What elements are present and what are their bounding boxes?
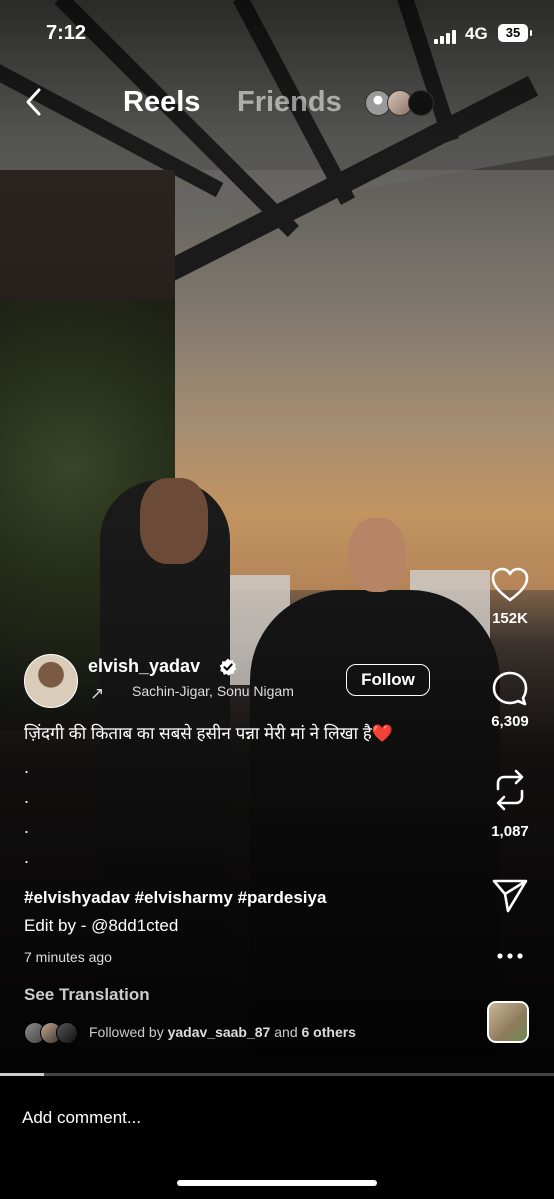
remix-icon[interactable]	[490, 767, 530, 813]
network-type: 4G	[465, 24, 488, 43]
comment-action[interactable]: 6,309	[482, 669, 538, 730]
more-icon[interactable]	[495, 945, 525, 967]
follow-button[interactable]: Follow	[346, 664, 430, 696]
remix-count: 1,087	[491, 823, 529, 840]
caption[interactable]: ज़िंदगी की किताब का सबसे हसीन पन्ना मेरी…	[24, 722, 464, 746]
audio-album-thumbnail[interactable]	[487, 1001, 529, 1043]
friend-avatar[interactable]	[408, 90, 434, 116]
share-action[interactable]	[482, 876, 538, 914]
follower-avatar	[56, 1022, 78, 1044]
followed-and: and	[274, 1024, 298, 1040]
comment-bar: Add comment...	[0, 1076, 554, 1199]
reels-header: Reels Friends	[0, 84, 554, 124]
hashtags[interactable]: #elvishyadav #elvisharmy #pardesiya	[24, 888, 326, 908]
home-indicator	[177, 1180, 377, 1186]
followed-others[interactable]: 6 others	[302, 1024, 356, 1040]
author-row: elvish_yadav ↗ Sachin-Jigar, Sonu Nigam …	[24, 654, 484, 714]
post-time: 7 minutes ago	[24, 949, 112, 965]
followed-by-text: Followed by yadav_saab_87 and 6 others	[89, 1024, 356, 1040]
edit-credit[interactable]: Edit by - @8dd1cted	[24, 916, 178, 936]
avatar[interactable]	[24, 654, 78, 708]
caption-dots: . . . . .	[24, 757, 30, 897]
audio-attribution[interactable]: Sachin-Jigar, Sonu Nigam	[132, 683, 294, 699]
send-icon[interactable]	[490, 876, 530, 914]
arrow-up-right-icon: ↗	[90, 684, 105, 703]
see-translation-button[interactable]: See Translation	[24, 985, 150, 1005]
followed-user[interactable]: yadav_saab_87	[168, 1024, 271, 1040]
battery-icon: 35	[498, 24, 532, 42]
video-person-head	[140, 478, 208, 564]
chevron-left-icon[interactable]	[22, 86, 48, 118]
verified-badge-icon	[219, 658, 237, 676]
tab-friends[interactable]: Friends	[237, 86, 342, 119]
more-action[interactable]	[482, 945, 538, 967]
status-bar: 7:12 4G 35	[0, 22, 554, 48]
comment-count: 6,309	[491, 713, 529, 730]
followed-prefix: Followed by	[89, 1024, 164, 1040]
comment-icon[interactable]	[490, 669, 530, 707]
signal-icon	[434, 28, 462, 44]
like-action[interactable]: 152K	[482, 566, 538, 627]
status-time: 7:12	[46, 22, 87, 44]
tab-reels[interactable]: Reels	[123, 86, 200, 119]
add-comment-input[interactable]: Add comment...	[22, 1108, 141, 1128]
reel-video[interactable]	[0, 0, 554, 1074]
username[interactable]: elvish_yadav	[88, 656, 200, 677]
like-count: 152K	[492, 610, 528, 627]
video-person-head	[348, 518, 406, 592]
remix-action[interactable]: 1,087	[482, 767, 538, 840]
heart-icon[interactable]	[490, 566, 530, 604]
